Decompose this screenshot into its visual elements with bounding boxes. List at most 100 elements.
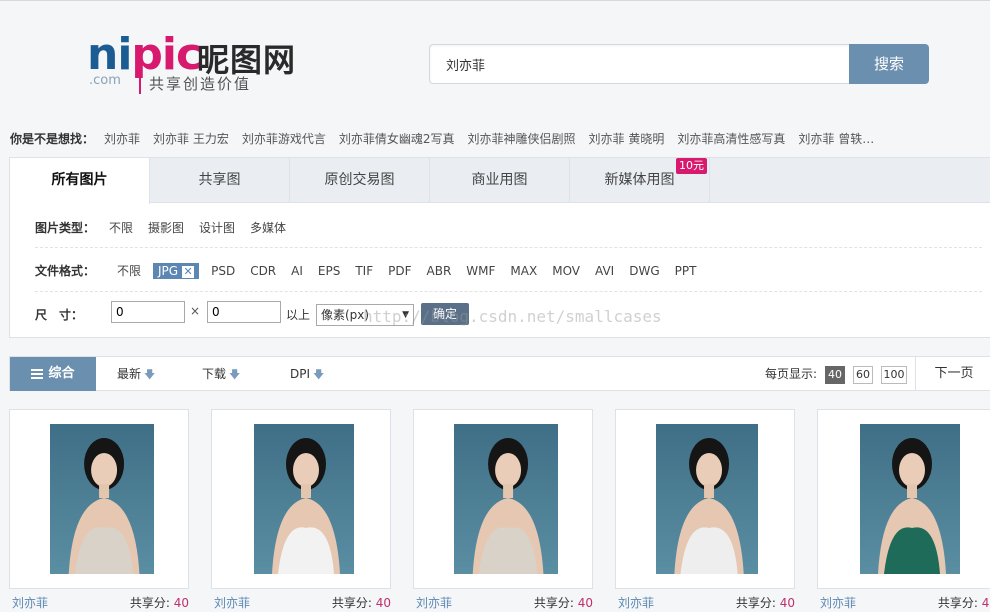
format-option[interactable]: CDR: [250, 264, 276, 278]
file-format-label: 文件格式：: [35, 264, 96, 278]
portrait-image: [454, 424, 558, 574]
per-page-option[interactable]: 40: [825, 366, 845, 384]
suggestion-item[interactable]: 刘亦菲 黄晓明: [589, 132, 665, 146]
image-title-link[interactable]: 刘亦菲: [618, 594, 654, 611]
suggestion-item[interactable]: 刘亦菲 王力宏: [153, 132, 229, 146]
image-card[interactable]: [615, 409, 795, 589]
tab-label: 共享图: [198, 172, 241, 188]
nipic-logo[interactable]: nipic 昵图网 .com 共享创造价值: [87, 29, 307, 99]
per-page-option[interactable]: 60: [853, 366, 873, 384]
image-title-link[interactable]: 刘亦菲: [214, 594, 250, 611]
format-option[interactable]: TIF: [355, 264, 373, 278]
sort-label: 最新: [117, 367, 142, 381]
format-option[interactable]: AI: [291, 264, 303, 278]
image-meta: 刘亦菲 共享分: 40: [9, 594, 189, 612]
sort-newest[interactable]: 最新 🡇: [117, 357, 155, 392]
image-card[interactable]: [211, 409, 391, 589]
image-card[interactable]: [9, 409, 189, 589]
next-page-button[interactable]: 下一页: [915, 357, 990, 391]
portrait-image: [254, 424, 354, 574]
tab-label: 所有图片: [51, 172, 108, 188]
format-option[interactable]: ABR: [427, 264, 452, 278]
format-option[interactable]: PDF: [388, 264, 411, 278]
image-thumbnail[interactable]: [860, 424, 960, 574]
type-option[interactable]: 设计图: [199, 219, 235, 236]
tab-original-trade[interactable]: 原创交易图: [290, 158, 430, 203]
share-score-value: 40: [779, 596, 795, 610]
sort-comprehensive[interactable]: 综合: [10, 357, 96, 391]
watermark: http://blog.csdn.net/smallcases: [363, 307, 662, 326]
suggestion-item[interactable]: 刘亦菲神雕侠侣剧照: [468, 132, 576, 146]
tab-label: 新媒体用图: [604, 172, 675, 188]
divider: [35, 247, 982, 248]
share-score: 共享分: 40: [534, 594, 593, 611]
tab-commercial[interactable]: 商业用图: [430, 158, 570, 203]
image-title-link[interactable]: 刘亦菲: [12, 594, 48, 611]
suggestion-item[interactable]: 刘亦菲倩女幽魂2写真: [339, 132, 455, 146]
share-score-value: 40: [981, 596, 990, 610]
share-score-label: 共享分:: [331, 596, 376, 610]
image-thumbnail[interactable]: [454, 424, 558, 574]
header: nipic 昵图网 .com 共享创造价值 搜索: [0, 0, 990, 120]
image-meta: 刘亦菲 共享分: 40: [615, 594, 795, 612]
image-meta: 刘亦菲 共享分: 40: [413, 594, 593, 612]
sort-dpi[interactable]: DPI 🡇: [290, 357, 324, 392]
image-title-link[interactable]: 刘亦菲: [416, 594, 452, 611]
share-score-label: 共享分:: [533, 596, 578, 610]
format-option-selected[interactable]: JPG ✕: [153, 263, 200, 279]
per-page-option[interactable]: 100: [881, 366, 907, 384]
height-input[interactable]: [207, 301, 281, 323]
image-meta: 刘亦菲 共享分: 40: [817, 594, 990, 612]
share-score-value: 40: [577, 596, 593, 610]
suggestion-item[interactable]: 刘亦菲 曾轶…: [798, 132, 874, 146]
format-option[interactable]: EPS: [318, 264, 340, 278]
suggestion-item[interactable]: 刘亦菲游戏代言: [242, 132, 326, 146]
search-input[interactable]: [430, 45, 850, 83]
price-badge: 10元: [676, 158, 707, 174]
format-option[interactable]: MOV: [552, 264, 580, 278]
suggestion-item[interactable]: 刘亦菲高清性感写真: [677, 132, 785, 146]
format-option-label: JPG: [158, 264, 179, 278]
type-option[interactable]: 多媒体: [250, 219, 286, 236]
portrait-image: [656, 424, 758, 574]
format-option[interactable]: MAX: [510, 264, 537, 278]
type-option[interactable]: 不限: [109, 219, 133, 236]
tab-all-images[interactable]: 所有图片: [10, 158, 150, 204]
suggestions-label: 你是不是想找：: [10, 132, 95, 146]
search-button[interactable]: 搜索: [849, 44, 929, 84]
sort-downloads[interactable]: 下载 🡇: [202, 357, 240, 392]
share-score-value: 40: [375, 596, 391, 610]
file-format-row: 文件格式： 不限 JPG ✕ PSD CDR AI EPS TIF PDF ABR WMF MAX MOV…: [35, 262, 711, 279]
format-option[interactable]: AVI: [595, 264, 614, 278]
format-option[interactable]: WMF: [466, 264, 495, 278]
share-score-label: 共享分:: [937, 596, 982, 610]
arrow-down-icon: 🡇: [313, 368, 325, 381]
arrow-down-icon: 🡇: [229, 368, 241, 381]
sort-label: 下载: [202, 367, 227, 381]
image-card[interactable]: [817, 409, 990, 589]
tab-shared[interactable]: 共享图: [150, 158, 290, 203]
image-thumbnail[interactable]: [254, 424, 354, 574]
format-option[interactable]: PSD: [211, 264, 235, 278]
type-option[interactable]: 摄影图: [148, 219, 184, 236]
image-thumbnail[interactable]: [656, 424, 758, 574]
logo-com: .com: [89, 73, 121, 88]
width-input[interactable]: [111, 301, 185, 323]
image-title-link[interactable]: 刘亦菲: [820, 594, 856, 611]
image-card[interactable]: [413, 409, 593, 589]
remove-icon[interactable]: ✕: [182, 266, 195, 278]
per-page-label: 每页显示:: [765, 367, 818, 381]
unit-value: 像素(px): [321, 308, 370, 322]
suggestions-bar: 你是不是想找： 刘亦菲 刘亦菲 王力宏 刘亦菲游戏代言 刘亦菲倩女幽魂2写真 刘亦菲神雕侠…: [10, 129, 900, 149]
suggestion-item[interactable]: 刘亦菲: [104, 132, 140, 146]
format-option[interactable]: PPT: [675, 264, 697, 278]
category-tabs: 所有图片 共享图 原创交易图 商业用图 新媒体用图 10元: [10, 158, 990, 204]
image-thumbnail[interactable]: [50, 424, 154, 574]
tab-new-media[interactable]: 新媒体用图 10元: [570, 158, 710, 203]
share-score: 共享分: 40: [130, 594, 189, 611]
format-option[interactable]: DWG: [629, 264, 659, 278]
above-label: 以上: [286, 308, 311, 322]
format-option[interactable]: 不限: [117, 262, 141, 279]
image-type-row: 图片类型： 不限 摄影图 设计图 多媒体: [35, 219, 301, 236]
sort-bar: 综合 最新 🡇 下载 🡇 DPI 🡇 每页显示: 40 60 100 下一页: [9, 356, 990, 391]
